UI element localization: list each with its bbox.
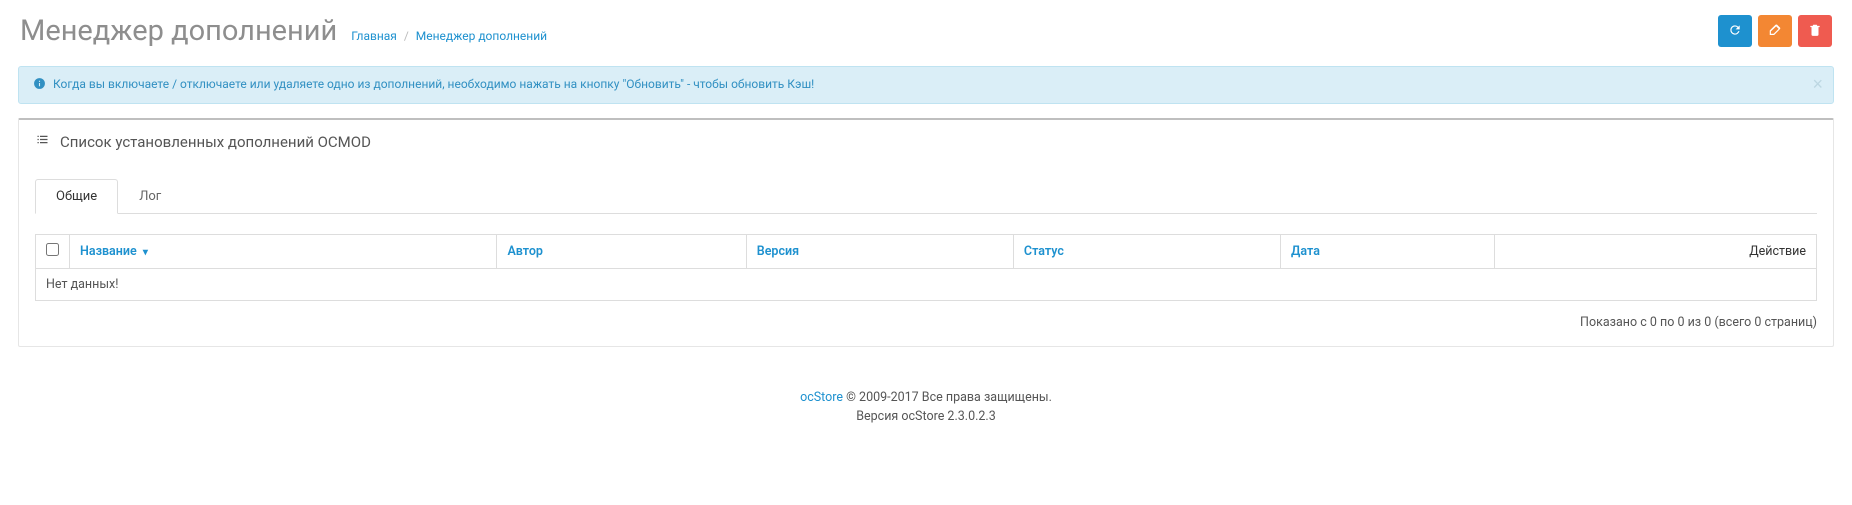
main-panel: Список установленных дополнений OCMOD Об…: [18, 118, 1834, 347]
footer-copyright: © 2009-2017 Все права защищены.: [843, 390, 1052, 405]
page-header-actions: [1718, 15, 1832, 47]
delete-button[interactable]: [1798, 15, 1832, 47]
panel-body: Общие Лог Название ▾: [19, 163, 1833, 346]
refresh-button[interactable]: [1718, 15, 1752, 47]
info-alert: Когда вы включаете / отключаете или удал…: [18, 66, 1834, 104]
pagination-info: Показано с 0 по 0 из 0 (всего 0 страниц): [35, 315, 1817, 330]
sort-author-link[interactable]: Автор: [507, 244, 543, 259]
sort-version-link[interactable]: Версия: [757, 244, 799, 259]
col-author: Автор: [497, 235, 746, 269]
footer-version: Версия ocStore 2.3.0.2.3: [0, 408, 1852, 427]
col-name-label: Название: [80, 244, 137, 259]
table-header-row: Название ▾ Автор Версия Статус Дата: [36, 235, 1817, 269]
footer-line-1: ocStore © 2009-2017 Все права защищены.: [0, 389, 1852, 408]
footer: ocStore © 2009-2017 Все права защищены. …: [0, 361, 1852, 445]
info-icon: [33, 77, 46, 93]
list-icon: [35, 132, 50, 151]
panel-heading: Список установленных дополнений OCMOD: [19, 120, 1833, 163]
col-checkbox: [36, 235, 70, 269]
sort-status-link[interactable]: Статус: [1024, 244, 1064, 259]
refresh-icon: [1728, 23, 1742, 40]
tab-general[interactable]: Общие: [35, 179, 118, 214]
page-header-left: Менеджер дополнений Главная / Менеджер д…: [20, 14, 547, 48]
nav-tabs: Общие Лог: [35, 179, 1817, 214]
panel-title: Список установленных дополнений OCMOD: [60, 133, 371, 151]
breadcrumb-home-link[interactable]: Главная: [351, 29, 397, 43]
col-status: Статус: [1013, 235, 1280, 269]
col-action: Действие: [1494, 235, 1816, 269]
table-empty-text: Нет данных!: [36, 269, 1817, 301]
col-date: Дата: [1281, 235, 1495, 269]
tab-log-label: Лог: [118, 179, 182, 214]
breadcrumb-separator: /: [404, 29, 409, 43]
mods-table: Название ▾ Автор Версия Статус Дата: [35, 234, 1817, 301]
close-icon: ×: [1812, 74, 1823, 94]
tab-log[interactable]: Лог: [118, 179, 182, 214]
clear-button[interactable]: [1758, 15, 1792, 47]
trash-icon: [1808, 23, 1822, 40]
chevron-down-icon: ▾: [143, 247, 148, 258]
col-name: Название ▾: [70, 235, 497, 269]
breadcrumb: Главная / Менеджер дополнений: [351, 29, 547, 43]
page-header: Менеджер дополнений Главная / Менеджер д…: [0, 0, 1852, 56]
col-version: Версия: [746, 235, 1013, 269]
tab-general-label: Общие: [35, 179, 118, 214]
alert-text: Когда вы включаете / отключаете или удал…: [53, 77, 814, 91]
sort-date-link[interactable]: Дата: [1291, 244, 1320, 259]
table-empty-row: Нет данных!: [36, 269, 1817, 301]
footer-brand-link[interactable]: ocStore: [800, 390, 843, 405]
alert-close-button[interactable]: ×: [1812, 75, 1823, 93]
sort-name-link[interactable]: Название ▾: [80, 244, 148, 259]
eraser-icon: [1768, 23, 1782, 40]
select-all-checkbox[interactable]: [46, 243, 59, 256]
page-title: Менеджер дополнений: [20, 14, 337, 48]
breadcrumb-current-link[interactable]: Менеджер дополнений: [416, 29, 547, 43]
